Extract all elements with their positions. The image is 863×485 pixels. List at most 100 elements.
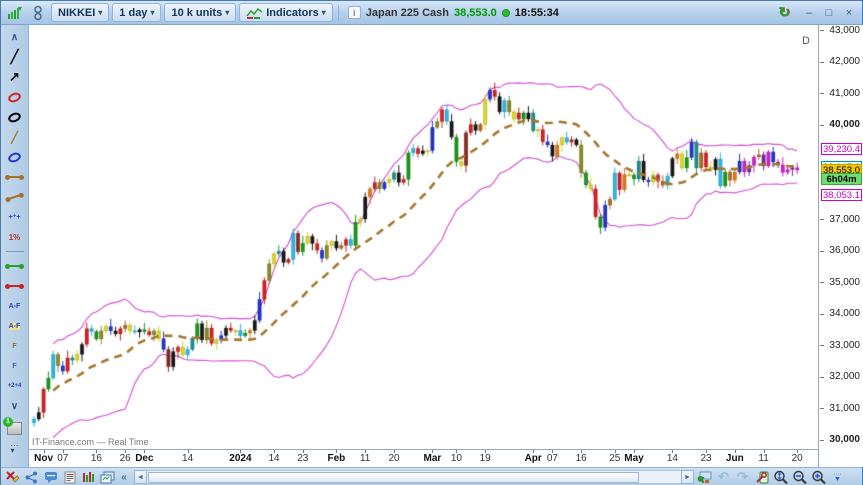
chevron-down-icon: ▾ [225, 8, 229, 17]
compare-bars-button[interactable] [80, 469, 97, 485]
collapse-tools-button[interactable]: ∧ [3, 27, 27, 47]
chain-glyph [32, 5, 44, 21]
units-label: 10 k units [171, 7, 222, 19]
period-marker: D [802, 35, 810, 47]
workspace-button[interactable] [696, 469, 713, 485]
chat-button[interactable] [42, 469, 59, 485]
zoom-fit-icon [773, 470, 788, 485]
levels-icon: +2+4 [8, 383, 22, 389]
units-selector[interactable]: 10 k units ▾ [164, 3, 236, 22]
collapse-toolbar-button[interactable]: « [118, 469, 130, 485]
duplicate-window-button[interactable] [99, 469, 116, 485]
indicator-chart-icon [246, 7, 263, 19]
x-axis-label: 14 [182, 453, 193, 464]
more-tools-button[interactable]: ∨ [3, 396, 27, 416]
multi-point-tool[interactable]: +⁺+ [3, 207, 27, 227]
scrollbar-track[interactable] [147, 470, 681, 484]
chat-bubble-icon [44, 471, 58, 483]
scroll-right-button[interactable]: ► [681, 470, 694, 484]
x-axis-label: 20 [388, 453, 399, 464]
horizontal-scrollbar[interactable]: ◄ ► [134, 470, 694, 484]
close-button[interactable]: × [840, 5, 858, 21]
x-axis-label: 14 [268, 453, 279, 464]
window-controls: ↻ – □ × [778, 4, 858, 21]
modified-pitchfork-tool[interactable]: A-F [3, 316, 27, 336]
indicators-button[interactable]: Indicators ▾ [239, 3, 333, 22]
info-icon[interactable]: i [348, 6, 361, 19]
apply-stamp-button[interactable]: 1 [3, 416, 27, 440]
minimize-button[interactable]: – [800, 5, 818, 21]
numbered-levels-tool[interactable]: +2+4 [3, 376, 27, 396]
news-button[interactable] [61, 469, 78, 485]
fibonacci-retracement-tool[interactable]: F [3, 336, 27, 356]
chart-plot-area[interactable]: D IT-Finance.com — Real Time [29, 25, 819, 449]
oblique-segment-icon [8, 194, 21, 200]
x-axis-label: Jun [726, 453, 744, 464]
dots-arrow-icon: ∙∙∙∙▼ [834, 472, 842, 482]
undo-button[interactable]: ↶ [715, 469, 732, 485]
link-windows-icon[interactable] [28, 3, 48, 22]
x-axis-label: 23 [700, 453, 711, 464]
x-axis-label: 07 [57, 453, 68, 464]
zoom-in-button[interactable] [810, 469, 827, 485]
y-axis-label: 30,000 [820, 434, 860, 445]
x-axis-label: Dec [135, 453, 153, 464]
candlestick-canvas[interactable] [29, 25, 819, 449]
segment-tool-green[interactable] [3, 256, 27, 276]
black-ellipse-icon [7, 110, 22, 123]
redo-button[interactable]: ↷ [734, 469, 751, 485]
dots-icon: ⋯▾ [11, 443, 19, 453]
red-segment-icon [8, 285, 21, 287]
timeframe-label: 1 day [119, 7, 147, 19]
stamp-icon: 1 [7, 422, 22, 435]
arrow-tool[interactable]: ↗ [3, 67, 27, 87]
scroll-left-button[interactable]: ◄ [134, 470, 147, 484]
bollinger-upper-tag: 39,230.4 [821, 143, 862, 155]
indicators-label: Indicators [266, 7, 319, 19]
delete-drawings-button[interactable] [4, 469, 21, 485]
options-dots-button[interactable]: ⋯▾ [3, 440, 27, 456]
restore-button[interactable]: □ [820, 5, 838, 21]
share-icon [25, 471, 38, 484]
segment-tool-small[interactable]: ╱ [3, 127, 27, 147]
timeframe-selector[interactable]: 1 day ▾ [112, 3, 161, 22]
zoom-vertical-button[interactable] [772, 469, 789, 485]
multi-point-icon: +⁺+ [9, 213, 21, 221]
symbol-selector[interactable]: NIKKEI ▾ [51, 3, 109, 22]
zoom-out-button[interactable] [791, 469, 808, 485]
y-axis-label: 36,000 [820, 245, 860, 256]
more-options-button[interactable]: ∙∙∙∙▼ [829, 469, 846, 485]
x-axis-label: Apr [525, 453, 542, 464]
y-axis-label: 43,000 [820, 25, 860, 36]
refresh-icon[interactable]: ↻ [778, 4, 790, 21]
share-button[interactable] [23, 469, 40, 485]
x-axis-label: 11 [758, 453, 768, 464]
x-axis-label: 26 [120, 453, 131, 464]
segment-tool-red[interactable] [3, 276, 27, 296]
fibonacci-fan-tool[interactable]: F [3, 356, 27, 376]
y-axis-label: 32,000 [820, 371, 860, 382]
ellipse-tool-black[interactable] [3, 107, 27, 127]
y-axis-label: 31,000 [820, 403, 860, 414]
eraser-icon [6, 470, 20, 484]
date-axis: Nov071626Dec1420241423Feb1120Mar1019Apr0… [29, 449, 819, 467]
pitchfork-icon: A-F [9, 303, 21, 310]
oblique-segment-tool[interactable] [3, 187, 27, 207]
quote-time: 18:55:34 [515, 7, 559, 19]
red-green-bars-icon [82, 471, 95, 484]
x-axis-label: 16 [576, 453, 587, 464]
percent-scale-tool[interactable]: 1% [3, 227, 27, 247]
ellipse-tool-blue[interactable] [3, 147, 27, 167]
price-history-icon[interactable] [5, 3, 25, 22]
trend-line-tool[interactable]: ╱ [3, 47, 27, 67]
ellipse-tool-red[interactable] [3, 87, 27, 107]
x-axis-label: Mar [423, 453, 441, 464]
x-axis-label: 07 [547, 453, 558, 464]
price-axis: 43,00042,00041,00040,00037,00036,00035,0… [820, 25, 863, 467]
andrews-pitchfork-tool[interactable]: A-F [3, 296, 27, 316]
chart-settings-button[interactable] [753, 469, 770, 485]
horizontal-segment-tool[interactable] [3, 167, 27, 187]
scrollbar-thumb[interactable] [148, 472, 639, 483]
red-ellipse-icon [7, 90, 22, 103]
market-open-dot-icon [502, 9, 510, 17]
